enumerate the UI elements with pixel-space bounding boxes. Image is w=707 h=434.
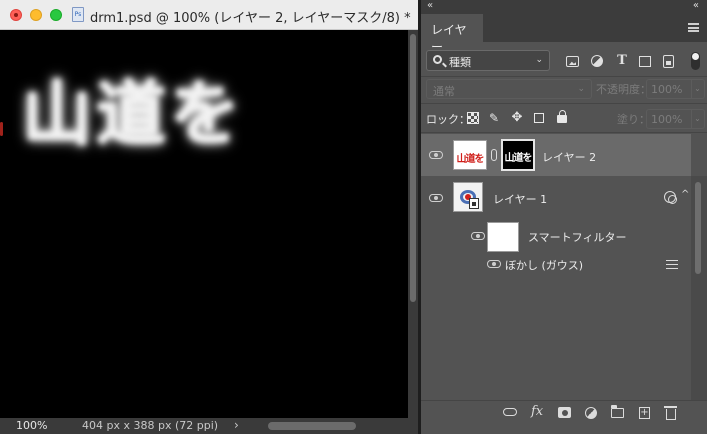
layer-mask-thumbnail-text: 山道を [504,153,533,164]
collapse-panels-icon[interactable]: « [693,0,699,11]
type-filter-icon[interactable]: T [615,54,629,68]
opacity-chevron-icon[interactable]: ⌄ [691,79,705,99]
adjustment-filter-icon[interactable] [591,55,603,67]
layer-name[interactable]: レイヤー 2 [542,149,596,165]
smart-filter-mask-thumbnail[interactable] [487,222,519,252]
lock-image-pixels-icon[interactable]: ✎ [488,112,500,124]
add-layer-style-icon[interactable]: fx [531,405,543,419]
smart-filters-row[interactable]: スマートフィルター [421,219,691,253]
delete-layer-trash-icon[interactable] [664,406,677,420]
layer-thumbnail-text: 山道を [456,154,485,165]
caret-up-icon[interactable]: ^ [681,189,689,200]
zoom-level[interactable]: 100% [16,419,47,432]
layer-row-layer-2[interactable]: 山道を 山道を レイヤー 2 [421,134,691,176]
zoom-window-button[interactable] [50,9,62,21]
layers-scroll-thumb[interactable] [695,182,701,274]
status-info-chevron-icon[interactable]: › [234,418,239,432]
visibility-eye-icon[interactable] [471,232,485,240]
layers-list: 山道を 山道を レイヤー 2 レイヤー 1 ^ スマートフィルター ぼかし (ガ… [421,134,707,400]
panel-menu-icon[interactable] [688,23,699,32]
photoshop-window: Ps drm1.psd @ 100% (レイヤー 2, レイヤーマスク/8) *… [0,0,707,434]
canvas[interactable]: 山道を [0,30,408,418]
new-layer-icon[interactable]: + [639,407,650,419]
chevron-down-icon: ⌄ [535,55,543,65]
filter-blending-options-icon[interactable] [666,260,678,269]
layers-bottom-toolbar: fx + [421,400,707,422]
close-window-button[interactable] [10,9,22,21]
smart-object-filter-icon[interactable] [663,55,674,68]
filter-type-value: 種類 [449,56,471,69]
link-layers-icon[interactable] [503,408,517,416]
document-title: drm1.psd @ 100% (レイヤー 2, レイヤーマスク/8) * [90,11,411,26]
layers-panel: « « レイヤー 種類 ⌄ T 通常 ⌄ 不透明度： 100% ⌄ ロック： ✎… [421,0,707,434]
chevron-down-icon: ⌄ [577,84,585,94]
collapse-left-icon[interactable]: « [427,0,433,11]
lock-position-icon[interactable]: ✥ [511,111,523,124]
pixel-filter-icon[interactable] [566,56,579,67]
shape-filter-icon[interactable] [639,56,651,67]
fill-field[interactable]: 100% [646,109,692,129]
filter-name[interactable]: ぼかし (ガウス) [505,257,583,273]
panel-collapse-bar: « « [421,0,707,14]
divider [421,76,707,77]
visibility-eye-icon[interactable] [429,194,443,202]
lock-label: ロック： [426,113,470,126]
new-adjustment-layer-icon[interactable] [585,407,597,419]
opacity-label: 不透明度： [596,83,651,96]
opacity-field[interactable]: 100% [646,79,692,99]
blend-mode-value: 通常 [433,85,455,98]
divider [421,103,707,104]
filter-type-select[interactable]: 種類 ⌄ [426,50,550,71]
document-dimensions: 404 px x 388 px (72 ppi) [82,419,219,432]
layers-scrollbar[interactable] [691,176,707,400]
canvas-vertical-scroll-thumb[interactable] [410,34,416,302]
visibility-eye-icon[interactable] [429,151,443,159]
document-titlebar: Ps drm1.psd @ 100% (レイヤー 2, レイヤーマスク/8) * [0,0,418,30]
mask-link-icon[interactable] [491,149,497,161]
layer-thumbnail[interactable]: 山道を [453,140,487,170]
status-bar: 100% 404 px x 388 px (72 ppi) › [0,418,418,434]
add-mask-icon[interactable] [558,407,571,418]
visibility-eye-icon[interactable] [487,260,501,268]
new-group-folder-icon[interactable] [610,405,624,418]
minimize-window-button[interactable] [30,9,42,21]
smart-filter-indicator-icon[interactable] [664,191,677,204]
filter-row-gaussian-blur[interactable]: ぼかし (ガウス) [421,254,691,274]
canvas-blurred-text: 山道を [22,73,244,155]
lock-transparent-pixels-icon[interactable] [467,112,479,124]
layer-row-layer-1[interactable]: レイヤー 1 ^ [421,177,691,219]
blend-mode-row: 通常 ⌄ 不透明度： 100% ⌄ [421,78,707,100]
psd-file-icon: Ps [72,7,84,22]
lock-all-icon[interactable] [557,110,567,123]
canvas-edge-marker [0,122,3,136]
panel-tab-bar: レイヤー [421,14,707,54]
tab-layers[interactable]: レイヤー [421,14,483,54]
divider [421,132,707,133]
layer-mask-thumbnail[interactable]: 山道を [501,139,535,171]
smart-object-badge-icon [469,198,479,209]
canvas-vertical-scrollbar[interactable] [408,30,418,418]
layer-name[interactable]: レイヤー 1 [493,191,547,207]
lock-artboard-icon[interactable] [534,113,544,123]
lock-row: ロック： ✎ ✥ 塗り： 100% ⌄ [421,106,707,130]
layer-filter-row: 種類 ⌄ T [421,48,707,74]
smart-filter-label[interactable]: スマートフィルター [528,229,626,245]
filter-toggle-switch[interactable] [691,52,700,70]
canvas-horizontal-scroll-thumb[interactable] [268,422,356,430]
document-window: Ps drm1.psd @ 100% (レイヤー 2, レイヤーマスク/8) *… [0,0,418,434]
fill-chevron-icon[interactable]: ⌄ [691,109,705,129]
search-icon [433,55,442,64]
blend-mode-select[interactable]: 通常 ⌄ [426,79,592,99]
